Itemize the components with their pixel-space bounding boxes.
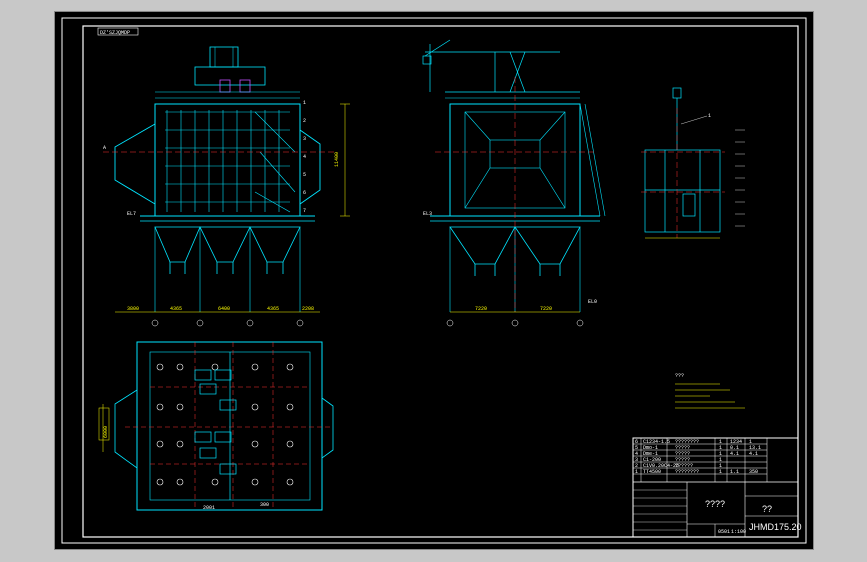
front-left-mark: A (103, 145, 106, 151)
front-tag-5: 5 (303, 172, 306, 178)
front-dim-3: 4365 (267, 306, 279, 312)
tb-r5-c2: ???????? (675, 469, 699, 475)
side-dim-1: 7220 (540, 306, 552, 312)
plan-tag-1: 300 (260, 502, 269, 508)
notes-block: ??? (675, 373, 745, 409)
front-dim-4: 2208 (302, 306, 314, 312)
notes-title: ??? (675, 373, 684, 379)
plan-view: 6000 2001 300 (98, 341, 334, 511)
tb-r5-c5: 350 (749, 469, 758, 475)
drawing-number: JHMD175.20 (749, 522, 802, 532)
outer-border (61, 17, 807, 544)
label-tag: DZ'SZJQMDP (100, 30, 130, 36)
front-height-dim: 11400 (334, 152, 340, 167)
front-tag-1: 1 (303, 100, 306, 106)
tb-r2-c4: 4.1 (730, 451, 739, 457)
sheet-title: ???? (705, 499, 725, 509)
side-elevation-view: 7220 7220 EL3 EL0 (422, 39, 606, 327)
tb-r5-c0: 1 (635, 469, 638, 475)
tb-r5-c1: TT4500 (643, 469, 661, 475)
detail-callout: 1 (708, 113, 711, 119)
front-elevation-view: 11400 3800 4365 6400 4365 2208 A EL7 1 2… (103, 46, 350, 327)
side-dim-0: 7220 (475, 306, 487, 312)
side-level-tag: EL3 (423, 211, 432, 217)
front-dim-2: 6400 (218, 306, 230, 312)
plan-width-dim: 6000 (103, 426, 109, 438)
plan-tag-0: 2001 (203, 505, 215, 511)
tb-r2-c5: 4.1 (749, 451, 758, 457)
tb-r5-c3: 1 (719, 469, 722, 475)
side-right-tag: EL0 (588, 299, 597, 305)
front-tag-4: 4 (303, 154, 306, 160)
front-tag-2: 2 (303, 118, 306, 124)
front-level-tag: EL7 (127, 211, 136, 217)
front-dim-1: 4365 (170, 306, 182, 312)
front-dim-0: 3800 (127, 306, 139, 312)
detail-view: 1 (641, 87, 745, 239)
cad-drawing-canvas: DZ'SZJQMDP 11400 3800 4365 6400 4365 220… (61, 17, 807, 544)
tb-r5-c4: 1.1 (730, 469, 739, 475)
scale: 1:100 (731, 529, 746, 535)
inner-border (82, 25, 799, 538)
title-block: 6 C1234-1.5 ???????? 1 1234 1 5 Dmo-1 ??… (632, 437, 802, 538)
sheet-code: 0501 (718, 529, 730, 535)
short-title: ?? (762, 504, 772, 514)
front-tag-6: 6 (303, 190, 306, 196)
front-tag-3: 3 (303, 136, 306, 142)
front-tag-7: 7 (303, 208, 306, 214)
cad-viewport[interactable]: DZ'SZJQMDP 11400 3800 4365 6400 4365 220… (55, 12, 813, 549)
